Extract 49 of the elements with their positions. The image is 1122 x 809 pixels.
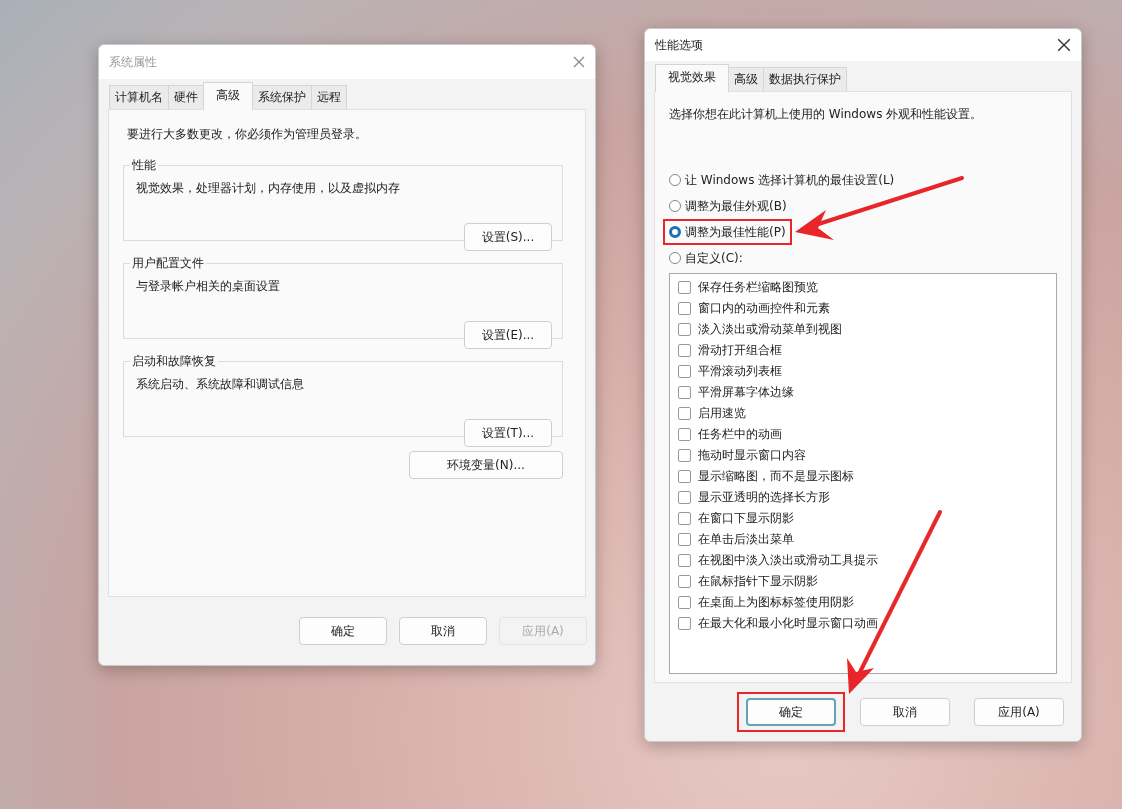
dialog-button[interactable]: 取消 <box>399 617 487 645</box>
checkbox-item[interactable]: 在视图中淡入淡出或滑动工具提示 <box>678 550 1048 571</box>
checkbox-item[interactable]: 淡入淡出或滑动菜单到视图 <box>678 319 1048 340</box>
tab[interactable]: 计算机名 <box>109 85 169 109</box>
checkbox-item[interactable]: 在鼠标指针下显示阴影 <box>678 571 1048 592</box>
tab[interactable]: 数据执行保护 <box>763 67 847 91</box>
window-title: 性能选项 <box>655 36 703 54</box>
checkbox-item[interactable]: 显示亚透明的选择长方形 <box>678 487 1048 508</box>
checkbox-item[interactable]: 滑动打开组合框 <box>678 340 1048 361</box>
checkbox-item[interactable]: 窗口内的动画控件和元素 <box>678 298 1048 319</box>
checkbox-item[interactable]: 显示缩略图，而不是显示图标 <box>678 466 1048 487</box>
dialog-button[interactable]: 应用(A) <box>974 698 1064 726</box>
checkbox-item[interactable]: 平滑滚动列表框 <box>678 361 1048 382</box>
tab[interactable]: 高级 <box>203 82 253 110</box>
group-title: 用户配置文件 <box>131 255 205 272</box>
tab[interactable]: 远程 <box>311 85 347 109</box>
radio-option[interactable]: 让 Windows 选择计算机的最佳设置(L) <box>663 167 901 193</box>
intro-text: 选择你想在此计算机上使用的 Windows 外观和性能设置。 <box>669 106 984 123</box>
tab[interactable]: 系统保护 <box>252 85 312 109</box>
radio-option[interactable]: 调整为最佳性能(P) <box>663 219 792 245</box>
checkbox-item[interactable]: 在窗口下显示阴影 <box>678 508 1048 529</box>
group-title: 启动和故障恢复 <box>131 353 217 370</box>
settings-button[interactable]: 设置(E)... <box>464 321 552 349</box>
notice-text: 要进行大多数更改，你必须作为管理员登录。 <box>127 126 368 143</box>
group-description: 视觉效果，处理器计划，内存使用，以及虚拟内存 <box>136 180 401 197</box>
checkbox-item[interactable]: 在桌面上为图标标签使用阴影 <box>678 592 1048 613</box>
dialog-button[interactable]: 确定 <box>299 617 387 645</box>
group-description: 系统启动、系统故障和调试信息 <box>136 376 305 393</box>
settings-button[interactable]: 设置(S)... <box>464 223 552 251</box>
window-title: 系统属性 <box>109 53 157 71</box>
group-description: 与登录帐户相关的桌面设置 <box>136 278 281 295</box>
radio-option[interactable]: 自定义(C): <box>663 245 749 271</box>
tab[interactable]: 硬件 <box>168 85 204 109</box>
tab[interactable]: 视觉效果 <box>655 64 729 92</box>
dialog-button[interactable]: 取消 <box>860 698 950 726</box>
checkbox-item[interactable]: 启用速览 <box>678 403 1048 424</box>
checkbox-item[interactable]: 在最大化和最小化时显示窗口动画 <box>678 613 1048 634</box>
radio-option[interactable]: 调整为最佳外观(B) <box>663 193 793 219</box>
tab[interactable]: 高级 <box>728 67 764 91</box>
settings-button[interactable]: 设置(T)... <box>464 419 552 447</box>
dialog-button[interactable]: 确定 <box>746 698 836 726</box>
checkbox-item[interactable]: 拖动时显示窗口内容 <box>678 445 1048 466</box>
checkbox-item[interactable]: 平滑屏幕字体边缘 <box>678 382 1048 403</box>
checkbox-item[interactable]: 任务栏中的动画 <box>678 424 1048 445</box>
close-icon[interactable] <box>1057 38 1071 52</box>
environment-variables-button[interactable]: 环境变量(N)... <box>409 451 563 479</box>
group-title: 性能 <box>131 157 157 174</box>
checkbox-item[interactable]: 在单击后淡出菜单 <box>678 529 1048 550</box>
checkbox-item[interactable]: 保存任务栏缩略图预览 <box>678 277 1048 298</box>
